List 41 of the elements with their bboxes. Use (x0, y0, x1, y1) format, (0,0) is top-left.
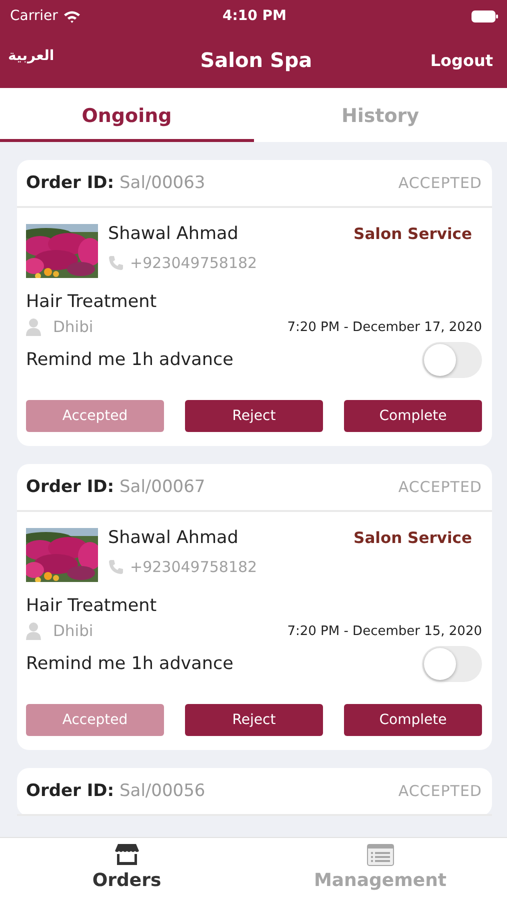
customer-name: Shawal Ahmad (108, 528, 238, 548)
treatment-name: Hair Treatment (26, 292, 158, 312)
staff-name: Dhibi (53, 622, 94, 640)
list-icon (366, 844, 394, 866)
service-type: Salon Service (354, 225, 472, 243)
battery-icon (470, 10, 499, 22)
phone-icon (108, 559, 124, 575)
order-id: Order ID: Sal/00063 (26, 173, 206, 193)
action-button[interactable]: Complete (344, 704, 482, 736)
reminder-label: Remind me 1h advance (26, 654, 234, 674)
service-type: Salon Service (354, 529, 472, 547)
order-id: Order ID: Sal/00067 (26, 477, 206, 497)
phone-number: +923049758182 (130, 254, 258, 272)
order-id: Order ID: Sal/00056 (26, 781, 206, 801)
action-button[interactable]: Reject (185, 704, 323, 736)
phone-number: +923049758182 (130, 558, 258, 576)
customer-name: Shawal Ahmad (108, 224, 238, 244)
logout-button[interactable]: Logout (430, 50, 493, 70)
appointment-time: 7:20 PM - December 15, 2020 (287, 624, 482, 638)
order-status: ACCEPTED (398, 782, 482, 800)
reminder-toggle[interactable] (422, 342, 482, 378)
clock-time: 4:10 PM (222, 8, 286, 24)
store-icon (114, 844, 139, 866)
appointment-time: 7:20 PM - December 17, 2020 (287, 320, 482, 334)
app-title: Salon Spa (200, 48, 312, 72)
language-button[interactable]: العربية (8, 48, 54, 64)
carrier-name: Carrier (10, 8, 58, 24)
action-button[interactable]: Reject (185, 400, 323, 432)
action-button[interactable]: Complete (344, 400, 482, 432)
order-status: ACCEPTED (398, 478, 482, 496)
person-icon (26, 318, 41, 336)
tab[interactable]: Ongoing (0, 88, 254, 142)
reminder-toggle[interactable] (422, 646, 482, 682)
staff-name: Dhibi (53, 318, 94, 336)
person-icon (26, 622, 41, 640)
order-status: ACCEPTED (398, 174, 482, 192)
treatment-name: Hair Treatment (26, 596, 158, 616)
phone-icon (108, 255, 124, 271)
bottom-tab[interactable]: Orders (0, 838, 254, 900)
wifi-icon (62, 10, 81, 22)
reminder-label: Remind me 1h advance (26, 350, 234, 370)
